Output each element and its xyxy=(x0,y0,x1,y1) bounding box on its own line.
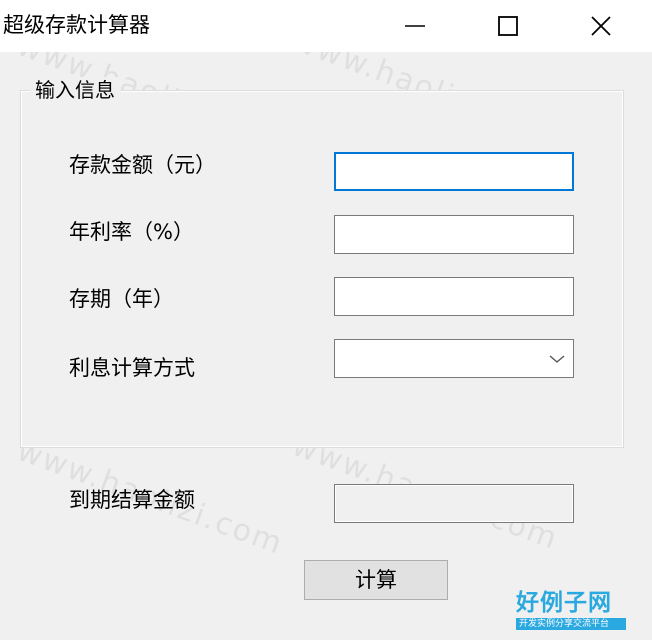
amount-input[interactable] xyxy=(334,152,574,191)
calculate-button-label: 计算 xyxy=(355,568,397,592)
site-logo: 好例子网 开发实例分享交流平台 xyxy=(516,589,626,633)
rate-input[interactable] xyxy=(334,215,574,254)
calculate-button[interactable]: 计算 xyxy=(304,560,448,600)
result-label: 到期结算金额 xyxy=(69,488,195,512)
maximize-icon xyxy=(498,16,518,36)
close-icon xyxy=(591,16,611,36)
amount-label: 存款金额（元） xyxy=(69,153,216,177)
logo-subtitle: 开发实例分享交流平台 xyxy=(516,618,626,630)
window-title: 超级存款计算器 xyxy=(3,13,150,37)
close-button[interactable] xyxy=(578,0,624,52)
result-output xyxy=(334,484,574,523)
group-legend: 输入信息 xyxy=(30,77,120,103)
term-input[interactable] xyxy=(334,277,574,316)
term-label: 存期（年） xyxy=(69,287,174,311)
input-group-box xyxy=(20,90,624,448)
logo-title: 好例子网 xyxy=(516,590,612,616)
method-dropdown[interactable] xyxy=(334,339,574,378)
rate-label: 年利率（%） xyxy=(69,220,194,244)
method-label: 利息计算方式 xyxy=(69,356,195,380)
maximize-button[interactable] xyxy=(485,0,531,52)
minimize-icon xyxy=(405,25,425,27)
title-bar[interactable]: 超级存款计算器 xyxy=(0,0,652,52)
minimize-button[interactable] xyxy=(392,0,438,52)
chevron-down-icon xyxy=(549,355,565,363)
